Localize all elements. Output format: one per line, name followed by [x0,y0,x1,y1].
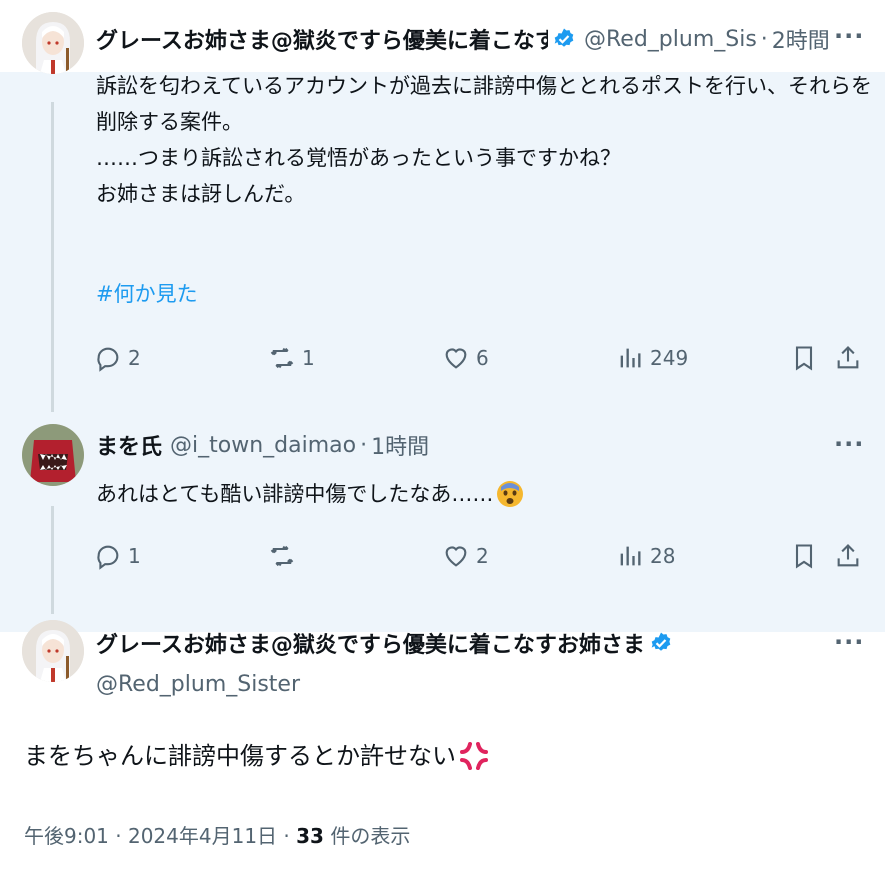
repost-count: 1 [302,346,315,370]
tweet-text-line: 削除する案件。 [96,110,243,134]
anger-symbol-emoji-icon [460,742,488,770]
repost-button[interactable]: 1 [268,344,315,372]
view-label: 件の表示 [330,824,411,848]
more-options-icon[interactable]: ··· [834,22,864,50]
hashtag-link[interactable]: #何か見た [96,276,198,312]
author-handle[interactable]: @i_town_daimao [170,433,356,458]
tweet-header: まを氏 @i_town_daimao · 1時間 [96,428,429,462]
tweet-text: あれはとても酷い誹謗中傷でしたなあ…… [96,476,525,512]
view-count: 28 [650,544,676,568]
author-name[interactable]: まを氏 [96,429,162,461]
heart-icon [445,546,467,567]
more-options-icon[interactable]: ··· [834,430,864,458]
views-button[interactable]: 28 [616,542,675,570]
timestamp[interactable]: 1時間 [371,429,429,461]
share-icon [837,544,859,567]
verified-badge-icon [554,28,574,47]
separator: · [760,26,768,52]
share-icon [837,346,859,369]
author-handle[interactable]: @Red_plum_Sis [584,27,757,52]
share-button[interactable] [834,344,862,372]
reply-button[interactable]: 2 [94,344,141,372]
bookmark-icon [795,544,813,569]
reply-icon [97,545,119,570]
share-button[interactable] [834,542,862,570]
like-count: 6 [476,346,489,370]
repost-icon [270,347,294,369]
post-timestamp[interactable]: 午後9:01 · 2024年4月11日 · [24,824,296,848]
main-tweet-header: グレースお姉さま@獄炎ですら優美に着こなすお姉さま [96,626,673,660]
view-count: 249 [650,346,689,370]
bookmark-button[interactable] [790,344,818,372]
view-count: 33 [296,824,324,848]
main-tweet-text-content: まをちゃんに誹謗中傷するとか許せない [24,742,456,770]
author-handle[interactable]: @Red_plum_Sister [96,668,300,700]
reply-count: 2 [128,346,141,370]
more-options-icon[interactable]: ··· [834,628,864,656]
avatar[interactable] [22,424,84,486]
author-name[interactable]: グレースお姉さま@獄炎ですら優美に着こなすお姉さま [96,627,645,659]
like-button[interactable]: 6 [442,344,489,372]
tweet-metadata: 午後9:01 · 2024年4月11日 · 33 件の表示 [24,820,410,849]
analytics-icon [620,546,641,566]
reply-count: 1 [128,544,141,568]
main-tweet-text: まをちゃんに誹謗中傷するとか許せない [24,736,490,776]
bookmark-button[interactable] [790,542,818,570]
author-name[interactable]: グレースお姉さま@獄炎ですら優美に着こなすお姉さま [96,23,548,55]
avatar[interactable] [22,12,84,74]
fearful-face-emoji-icon [497,481,524,507]
like-button[interactable]: 2 [442,542,489,570]
tweet-text-content: あれはとても酷い誹謗中傷でしたなあ…… [96,482,494,506]
repost-button[interactable] [268,542,302,570]
tweet-header: グレースお姉さま@獄炎ですら優美に着こなすお姉さま @Red_plum_Sis … [96,22,830,56]
heart-icon [445,348,467,369]
views-button[interactable]: 249 [616,344,688,372]
tweet-text: 訴訟を匂わえているアカウントが過去に誹謗中傷ととれるポストを行い、それらを 削除… [96,68,872,212]
verified-badge-icon [651,632,671,651]
tweet-text-line: ……つまり訴訟される覚悟があったという事ですかね？ [96,146,621,170]
reply-button[interactable]: 1 [94,542,141,570]
thread-connector-line [51,102,54,412]
tweet-text-line: お姉さまは訝しんだ。 [96,182,306,206]
repost-icon [270,545,294,567]
timestamp[interactable]: 2時間 [772,23,830,55]
bookmark-icon [795,346,813,371]
tweet-text-line: 訴訟を匂わえているアカウントが過去に誹謗中傷ととれるポストを行い、それらを [96,74,872,98]
reply-icon [97,347,119,372]
avatar[interactable] [22,620,84,682]
separator: · [360,432,368,458]
thread-connector-line [51,506,54,614]
like-count: 2 [476,544,489,568]
analytics-icon [620,348,641,368]
